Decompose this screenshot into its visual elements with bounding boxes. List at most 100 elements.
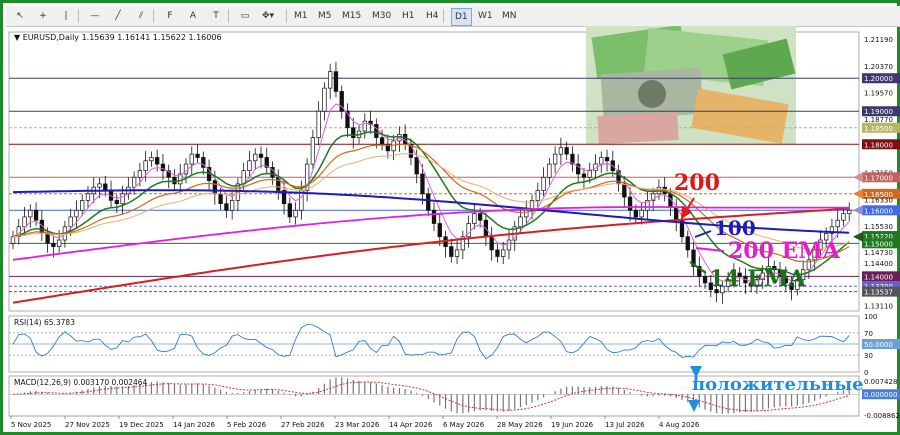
candle [264, 147, 269, 174]
time-axis-label: 6 May 2026 [443, 421, 485, 429]
annotation-positive: положительные [692, 374, 864, 395]
fibonacci-icon[interactable]: F [160, 8, 180, 24]
candle [195, 144, 200, 164]
time-axis-label: 14 Jan 2026 [173, 421, 216, 429]
candle [397, 126, 402, 152]
candle [697, 256, 702, 288]
time-axis-label: 13 Jul 2026 [605, 421, 645, 429]
horizontal-line-icon[interactable]: — [85, 8, 105, 24]
candle [339, 85, 344, 119]
candle [604, 149, 610, 172]
banknotes-image [586, 26, 796, 145]
chart-area[interactable]: ▼ EURUSD,Daily 1.15639 1.16141 1.15622 1… [6, 26, 900, 435]
candle [443, 230, 448, 258]
candle [639, 202, 644, 225]
toolbar: ↖ + | — ╱ ⫽ F A T ▭ ✥▾ M1 M5 M15 M30 H1 H4 D1 W1 MN [6, 6, 900, 27]
macd-title: MACD(12,26,9) 0.003170 0.002464 [14, 378, 148, 387]
candle [576, 154, 581, 184]
candle [593, 154, 598, 179]
svg-text:1.18000: 1.18000 [864, 141, 893, 149]
price-axis-label: 1.13537 [862, 286, 900, 297]
annotation-14-ema: 14 EMA [709, 266, 806, 292]
timeframe-w1[interactable]: W1 [475, 8, 496, 24]
svg-text:50.0000: 50.0000 [864, 341, 893, 349]
annotation-200: 200 [674, 170, 720, 196]
candle [322, 82, 327, 121]
candle [189, 146, 194, 175]
price-axis-label: 1.18000 [862, 139, 900, 150]
price-axis-label: 1.18770 [864, 116, 893, 124]
price-axis-label: 1.16000 [862, 205, 900, 216]
toolbar-separator [443, 9, 444, 23]
text-label-icon[interactable]: T [206, 8, 226, 24]
equidistant-channel-icon[interactable]: ⫽ [131, 8, 151, 24]
time-axis-label: 19 Dec 2025 [119, 421, 164, 429]
candle [10, 230, 16, 250]
candle [316, 101, 321, 146]
time-axis-label: 5 Nov 2025 [11, 421, 51, 429]
candle [28, 204, 33, 228]
candle [495, 243, 500, 263]
svg-text:0: 0 [864, 369, 868, 377]
price-axis-label: 1.20370 [864, 63, 893, 71]
price-axis-label: 1.14000 [862, 271, 900, 282]
timeframe-h1[interactable]: H1 [399, 8, 418, 24]
trendline-icon[interactable]: ╱ [108, 8, 128, 24]
crosshair-icon[interactable]: + [33, 8, 53, 24]
price-axis-label: 1.17000 [862, 172, 900, 183]
svg-text:1.15530: 1.15530 [864, 223, 893, 231]
candle [206, 159, 212, 190]
price-axis-label: 1.15000 [862, 238, 900, 249]
time-axis-label: 14 Apr 2026 [389, 421, 433, 429]
svg-text:1.14000: 1.14000 [864, 273, 893, 281]
timeframe-d1[interactable]: D1 [451, 8, 472, 26]
candle [362, 113, 367, 139]
svg-text:0.000000: 0.000000 [864, 391, 897, 399]
timeframe-m1[interactable]: M1 [291, 8, 311, 24]
symbol-info: ▼ EURUSD,Daily 1.15639 1.16141 1.15622 1… [14, 33, 222, 42]
price-axis-label: 1.19570 [864, 89, 893, 97]
toolbar-separator [78, 9, 79, 23]
rsi-axis-label: 100 [864, 313, 877, 321]
price-axis-label: 1.14400 [864, 260, 893, 268]
vertical-line-icon[interactable]: | [56, 8, 76, 24]
price-axis-label: 1.19000 [862, 106, 900, 117]
timeframe-m30[interactable]: M30 [369, 8, 394, 24]
candle [581, 168, 587, 189]
text-tool-icon[interactable]: A [183, 8, 203, 24]
price-axis-label: 1.13110 [864, 303, 893, 311]
rsi-axis-label: 50.0000 [862, 339, 900, 349]
candle [691, 241, 696, 276]
timeframe-m5[interactable]: M5 [315, 8, 335, 24]
ema-14-line [12, 131, 850, 276]
svg-text:1.18500: 1.18500 [864, 125, 893, 133]
shapes-dropdown-icon[interactable]: ✥▾ [258, 8, 278, 24]
candle [166, 164, 171, 189]
price-axis-label: 1.14730 [864, 249, 893, 257]
timeframe-m15[interactable]: M15 [339, 8, 364, 24]
toolbar-separator [153, 9, 154, 23]
rsi-line [12, 323, 850, 360]
cursor-icon[interactable]: ↖ [10, 8, 30, 24]
candle [149, 151, 154, 167]
macd-axis-label: 0.007428 [864, 378, 897, 386]
svg-text:1.16000: 1.16000 [864, 207, 893, 215]
macd-axis-label: -0.008862 [864, 412, 900, 420]
candle [276, 169, 281, 200]
level-arrow-icon [853, 172, 863, 183]
candle [345, 103, 350, 137]
candle [616, 164, 621, 192]
timeframe-mn[interactable]: MN [499, 8, 520, 24]
svg-text:1.18770: 1.18770 [864, 116, 893, 124]
svg-text:100: 100 [864, 313, 877, 321]
time-axis-label: 19 Jun 2026 [551, 421, 594, 429]
rectangle-icon[interactable]: ▭ [235, 8, 255, 24]
annotation-100: 100 [714, 216, 756, 240]
candle [847, 202, 852, 222]
candle [304, 158, 310, 202]
rsi-axis-label: 30 [864, 352, 873, 360]
candle [178, 164, 183, 192]
timeframe-h4[interactable]: H4 [423, 8, 442, 24]
candle [552, 146, 558, 174]
candle [172, 169, 177, 190]
